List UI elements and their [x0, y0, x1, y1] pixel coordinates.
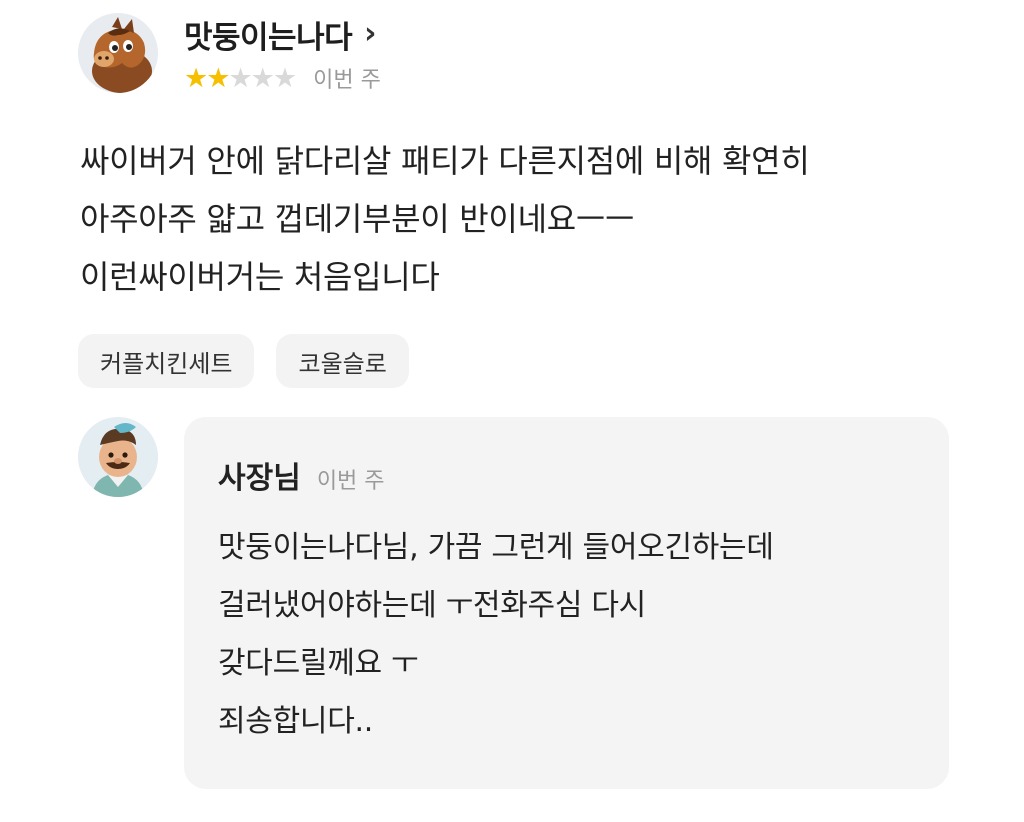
- reply-time: 이번 주: [316, 469, 385, 494]
- review-text-line: 아주아주 얇고 껍데기부분이 반이네요ㅡㅡ: [80, 200, 635, 238]
- horse-character-avatar-icon: [78, 13, 158, 93]
- reviewer-profile-link[interactable]: 맛둥이는나다 ›: [184, 12, 377, 56]
- owner-avatar[interactable]: [78, 417, 158, 497]
- reviewer-name: 맛둥이는나다: [184, 19, 353, 56]
- reply-text-line: 맛둥이는나다님, 가끔 그런게 들어오긴하는데: [218, 530, 774, 565]
- review-text-line: 싸이버거 안에 닭다리살 패티가 다른지점에 비해 확연히: [80, 142, 810, 180]
- reply-text-line: 죄송합니다..: [218, 704, 373, 739]
- rating-row: ★ ★ ★ ★ ★ 이번 주: [184, 60, 381, 96]
- star-filled-icon: ★: [206, 62, 230, 94]
- menu-tag[interactable]: 커플치킨세트: [78, 334, 255, 388]
- owner-name: 사장님: [218, 461, 301, 496]
- owner-reply: 사장님 이번 주 맛둥이는나다님, 가끔 그런게 들어오긴하는데걸러냈어야하는데…: [184, 417, 949, 789]
- star-empty-icon: ★: [228, 62, 252, 94]
- review-text: 싸이버거 안에 닭다리살 패티가 다른지점에 비해 확연히아주아주 얇고 껍데기…: [80, 132, 980, 306]
- review-time: 이번 주: [313, 68, 381, 93]
- reply-text: 맛둥이는나다님, 가끔 그런게 들어오긴하는데걸러냈어야하는데 ㅜ전화주심 다시…: [218, 519, 938, 751]
- chef-character-avatar-icon: [78, 417, 158, 497]
- reply-text-line: 걸러냈어야하는데 ㅜ전화주심 다시: [218, 588, 646, 623]
- star-empty-icon: ★: [272, 62, 297, 94]
- menu-tags: 커플치킨세트 코울슬로: [78, 334, 409, 388]
- reply-header: 사장님 이번 주: [218, 453, 385, 497]
- reply-text-line: 갖다드릴께요 ㅜ: [218, 646, 419, 681]
- star-empty-icon: ★: [250, 62, 275, 94]
- star-rating: ★ ★ ★ ★ ★: [184, 62, 297, 94]
- reviewer-avatar[interactable]: [78, 13, 158, 93]
- review-text-line: 이런싸이버거는 처음입니다: [80, 258, 440, 296]
- review-card: 맛둥이는나다 › ★ ★ ★ ★ ★ 이번 주 싸이버거 안에 닭다리살 패티가 다른지…: [0, 0, 1024, 822]
- menu-tag[interactable]: 코울슬로: [276, 334, 409, 388]
- chevron-right-icon: ›: [364, 16, 377, 51]
- star-filled-icon: ★: [184, 62, 208, 94]
